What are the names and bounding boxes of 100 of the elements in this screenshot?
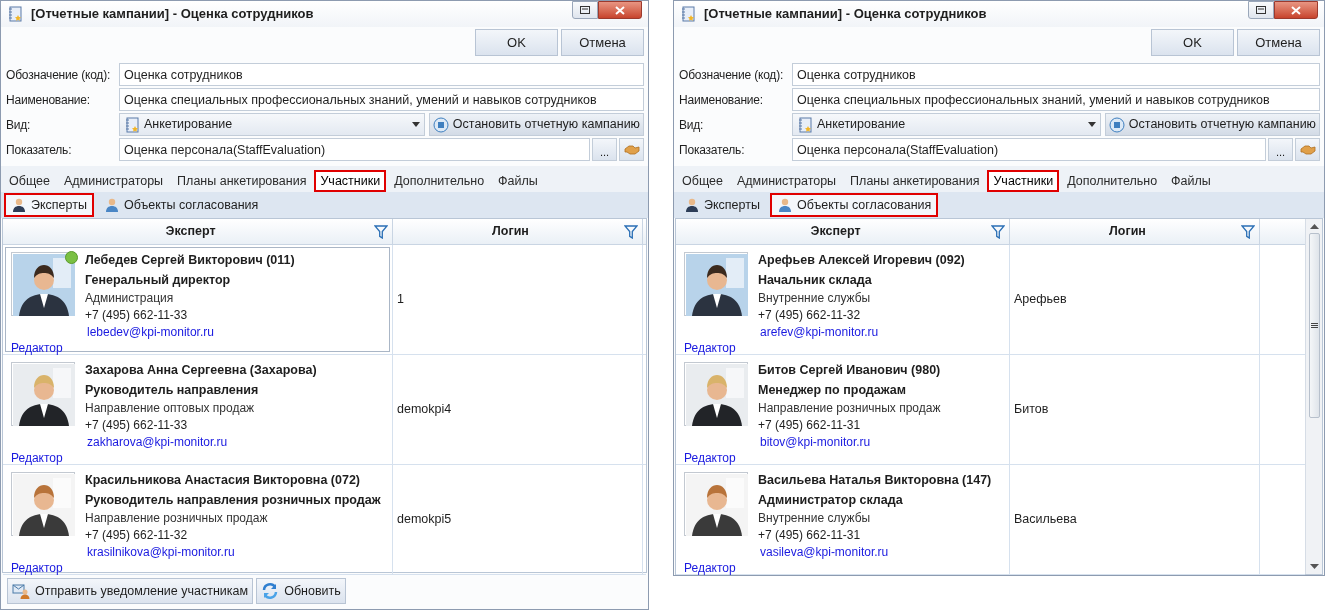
job-title: Администратор склада: [758, 492, 904, 509]
restore-button[interactable]: [572, 1, 598, 19]
department-text: Администрация: [85, 290, 175, 306]
document-icon: [124, 116, 140, 133]
filter-icon: [374, 224, 388, 239]
department-text: Направление оптовых продаж: [85, 400, 256, 416]
tab[interactable]: Общее: [676, 170, 729, 192]
ok-button[interactable]: OK: [1151, 29, 1234, 56]
lookup-field[interactable]: Оценка персонала(StaffEvaluation): [119, 138, 590, 161]
browse-button[interactable]: ...: [1268, 138, 1293, 161]
email-link[interactable]: vasileva@kpi-monitor.ru: [758, 544, 889, 561]
phone-text: +7 (495) 662-11-31: [758, 417, 862, 434]
tab[interactable]: Файлы: [492, 170, 544, 192]
person-icon: [684, 197, 700, 213]
email-link[interactable]: lebedev@kpi-monitor.ru: [85, 324, 214, 341]
job-title: Руководитель направления: [85, 382, 260, 399]
job-title: Генеральный директор: [85, 272, 232, 289]
email-link[interactable]: zakharova@kpi-monitor.ru: [85, 434, 228, 451]
field-label: Показатель:: [678, 141, 746, 159]
scrollbar[interactable]: [1305, 219, 1322, 574]
scroll-down-icon: [1309, 564, 1319, 569]
cancel-button[interactable]: Отмена: [1237, 29, 1320, 56]
person-name: Лебедев Сергей Викторович (011): [85, 252, 295, 269]
person-name: Арефьев Алексей Игоревич (092): [758, 252, 965, 269]
restore-icon: [1256, 6, 1266, 14]
login-text: 1: [397, 291, 404, 309]
tab[interactable]: Дополнительно: [388, 170, 491, 192]
restore-icon: [580, 6, 590, 14]
tab[interactable]: Общее: [3, 170, 56, 192]
job-title: Менеджер по продажам: [758, 382, 907, 399]
lookup-field[interactable]: Оценка персонала(StaffEvaluation): [792, 138, 1266, 161]
field-label: Наименование:: [5, 91, 91, 109]
phone-text: +7 (495) 662-11-32: [758, 307, 862, 324]
person-name: Красильникова Анастасия Викторовна (072): [85, 472, 361, 489]
job-title: Начальник склада: [758, 272, 873, 289]
editor-link[interactable]: Редактор: [684, 561, 736, 575]
editor-link[interactable]: Редактор: [11, 561, 63, 575]
tab[interactable]: Администраторы: [57, 170, 170, 192]
column-header: Эксперт: [809, 223, 862, 241]
email-link[interactable]: bitov@kpi-monitor.ru: [758, 434, 871, 451]
tab[interactable]: Планы анкетирования: [844, 170, 986, 192]
person-icon: [103, 197, 120, 213]
filter-icon: [991, 224, 1005, 239]
window-title: [Отчетные кампании] - Оценка сотрудников: [704, 5, 988, 24]
login-text: demokpi5: [397, 511, 452, 529]
dropdown-field[interactable]: Анкетирование: [119, 113, 425, 136]
stop-campaign-button[interactable]: Остановить отчетную кампанию: [428, 113, 644, 136]
link-button[interactable]: [619, 138, 644, 161]
stop-campaign-button[interactable]: Остановить отчетную кампанию: [1104, 113, 1320, 136]
close-button[interactable]: [598, 1, 642, 19]
refresh-button[interactable]: Обновить: [256, 578, 346, 604]
tab[interactable]: Файлы: [1165, 170, 1217, 192]
field-label: Обозначение (код):: [678, 66, 785, 84]
tab[interactable]: Участники: [314, 170, 387, 192]
text-field[interactable]: Оценка специальных профессиональных знаний, умений и навыков сотрудников: [792, 88, 1320, 111]
tab[interactable]: Администраторы: [730, 170, 843, 192]
dropdown-field[interactable]: Анкетирование: [792, 113, 1101, 136]
stop-icon: [432, 116, 449, 133]
editor-link[interactable]: Редактор: [684, 451, 736, 465]
restore-button[interactable]: [1248, 1, 1274, 19]
person-name: Захарова Анна Сергеевна (Захарова): [85, 362, 317, 379]
close-button[interactable]: [1274, 1, 1318, 19]
caret-icon: [1087, 122, 1096, 127]
mail-person-icon: [12, 582, 30, 600]
stop-icon: [1108, 116, 1125, 133]
email-link[interactable]: krasilnikova@kpi-monitor.ru: [85, 544, 235, 561]
login-text: Битов: [1014, 401, 1049, 419]
notify-button[interactable]: Отправить уведомление участникам: [7, 578, 254, 604]
login-text: demokpi4: [397, 401, 452, 419]
browse-button[interactable]: ...: [592, 138, 617, 161]
text-field[interactable]: Оценка сотрудников: [119, 63, 644, 86]
text-field[interactable]: Оценка специальных профессиональных знаний, умений и навыков сотрудников: [119, 88, 644, 111]
phone-text: +7 (495) 662-11-33: [85, 307, 189, 324]
editor-link[interactable]: Редактор: [11, 451, 63, 465]
link-button[interactable]: [1295, 138, 1320, 161]
editor-link[interactable]: Редактор: [684, 341, 736, 355]
tab[interactable]: Участники: [987, 170, 1060, 192]
department-text: Внутренние службы: [758, 510, 872, 526]
window-title: [Отчетные кампании] - Оценка сотрудников: [31, 5, 315, 24]
subtab[interactable]: Эксперты: [4, 193, 94, 217]
subtab[interactable]: Эксперты: [677, 193, 767, 217]
job-title: Руководитель направления розничных продаж: [85, 492, 381, 509]
field-label: Наименование:: [678, 91, 764, 109]
phone-text: +7 (495) 662-11-31: [758, 527, 862, 544]
subtab[interactable]: Объекты согласования: [769, 193, 939, 217]
cancel-button[interactable]: Отмена: [561, 29, 644, 56]
login-text: Арефьев: [1014, 291, 1067, 309]
tab[interactable]: Дополнительно: [1061, 170, 1164, 192]
tab[interactable]: Планы анкетирования: [171, 170, 313, 192]
filter-icon: [1241, 224, 1255, 239]
close-icon: [615, 5, 625, 15]
login-text: Васильева: [1014, 511, 1077, 529]
document-icon: [797, 116, 813, 133]
subtab[interactable]: Объекты согласования: [96, 193, 266, 217]
text-field[interactable]: Оценка сотрудников: [792, 63, 1320, 86]
editor-link[interactable]: Редактор: [11, 341, 63, 355]
ok-button[interactable]: OK: [475, 29, 558, 56]
person-icon: [11, 197, 27, 213]
document-icon: [680, 6, 696, 22]
email-link[interactable]: arefev@kpi-monitor.ru: [758, 324, 879, 341]
